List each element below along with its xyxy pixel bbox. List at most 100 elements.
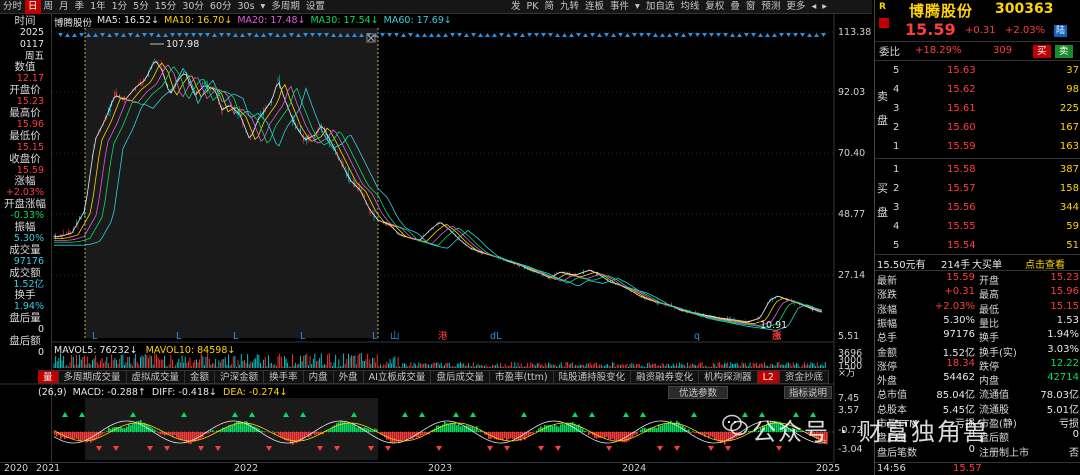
event-marker-icon[interactable] xyxy=(79,33,84,37)
event-marker-icon[interactable] xyxy=(667,33,672,37)
indicator-tab-3[interactable]: 金额 xyxy=(185,371,216,383)
sell-level-4[interactable]: 4 15.62 98 xyxy=(875,82,1080,98)
event-marker-icon[interactable] xyxy=(660,33,665,37)
buy-level-5[interactable]: 5 15.54 51 xyxy=(875,238,1080,254)
event-marker-icon[interactable] xyxy=(597,33,602,37)
event-marker-icon[interactable] xyxy=(702,33,707,37)
event-marker-icon[interactable] xyxy=(471,33,476,37)
event-marker-icon[interactable] xyxy=(744,33,749,37)
event-marker-icon[interactable] xyxy=(737,33,742,37)
event-marker-icon[interactable] xyxy=(688,33,693,37)
event-marker-icon[interactable] xyxy=(72,33,77,37)
indicator-tab-13[interactable]: 机构探测器 xyxy=(699,371,758,383)
event-marker-icon[interactable] xyxy=(730,33,735,37)
event-marker-icon[interactable] xyxy=(814,33,819,37)
event-marker-icon[interactable] xyxy=(513,33,518,37)
indicator-help-button[interactable]: 指标说明 xyxy=(784,386,832,399)
event-marker-icon[interactable] xyxy=(765,33,770,37)
buy-level-4[interactable]: 4 15.55 59 xyxy=(875,219,1080,235)
event-marker-icon[interactable] xyxy=(751,33,756,37)
event-marker-icon[interactable] xyxy=(709,33,714,37)
event-marker-icon[interactable] xyxy=(478,33,483,37)
event-marker-icon[interactable] xyxy=(793,33,798,37)
kline-chart[interactable]: 113.38 92.03 70.40 48.77 27.14 5.51 107.98 10.9… xyxy=(0,0,874,475)
buy-level-2[interactable]: 2 15.57 158 xyxy=(875,181,1080,197)
sell-level-1[interactable]: 1 15.59 163 xyxy=(875,139,1080,155)
event-marker-icon[interactable] xyxy=(415,33,420,37)
event-marker-icon[interactable] xyxy=(758,33,763,37)
optimal-params-button[interactable]: 优选参数 xyxy=(668,386,728,399)
event-marker-icon[interactable] xyxy=(772,33,777,37)
event-marker-icon[interactable] xyxy=(562,33,567,37)
event-marker-icon[interactable] xyxy=(65,33,70,37)
indicator-tab-14[interactable]: L2 xyxy=(757,371,780,383)
indicator-tab-0[interactable]: 量 xyxy=(38,371,59,383)
event-marker-icon[interactable] xyxy=(723,33,728,37)
indicator-tab-6[interactable]: 内盘 xyxy=(304,371,334,383)
event-marker-icon[interactable] xyxy=(457,33,462,37)
sell-level-2[interactable]: 2 15.60 167 xyxy=(875,120,1080,136)
sell-button[interactable]: 卖 xyxy=(1055,45,1073,58)
indicator-tab-4[interactable]: 沪深金额 xyxy=(215,371,265,383)
event-marker-icon[interactable] xyxy=(716,33,721,37)
indicator-tab-10[interactable]: 市盈率(ttm) xyxy=(490,371,554,383)
event-marker-icon[interactable] xyxy=(436,33,441,37)
indicator-tab-2[interactable]: 虚拟成交量 xyxy=(127,371,186,383)
buy-level-1[interactable]: 1 15.58 387 xyxy=(875,162,1080,178)
event-marker-icon[interactable] xyxy=(583,33,588,37)
event-marker-icon[interactable] xyxy=(681,33,686,37)
event-marker-icon[interactable] xyxy=(58,33,63,37)
event-marker-icon[interactable] xyxy=(632,33,637,37)
event-marker-icon[interactable] xyxy=(534,33,539,37)
event-marker-icon[interactable] xyxy=(422,33,427,37)
indicator-tab-12[interactable]: 融资融券变化 xyxy=(631,371,700,383)
event-marker-icon[interactable] xyxy=(653,33,658,37)
event-marker-icon[interactable] xyxy=(618,33,623,37)
event-marker-icon[interactable] xyxy=(443,33,448,37)
event-marker-icon[interactable] xyxy=(786,33,791,37)
buy-button[interactable]: 买 xyxy=(1033,45,1051,58)
event-marker-icon[interactable] xyxy=(555,33,560,37)
event-marker-icon[interactable] xyxy=(506,33,511,37)
event-marker-icon[interactable] xyxy=(401,33,406,37)
indicator-tab-9[interactable]: 盘后成交量 xyxy=(431,371,490,383)
event-marker-icon[interactable] xyxy=(646,33,651,37)
event-marker-icon[interactable] xyxy=(429,33,434,37)
event-marker-icon[interactable] xyxy=(492,33,497,37)
indicator-tab-8[interactable]: AI立板成交量 xyxy=(364,371,432,383)
event-marker-icon[interactable] xyxy=(464,33,469,37)
event-marker-icon[interactable] xyxy=(639,33,644,37)
event-marker-icon[interactable] xyxy=(604,33,609,37)
indicator-tab-1[interactable]: 多周期成交量 xyxy=(59,371,127,383)
event-marker-icon[interactable] xyxy=(674,33,679,37)
indicator-tab-5[interactable]: 换手率 xyxy=(264,371,304,383)
event-marker-icon[interactable] xyxy=(527,33,532,37)
event-marker-icon[interactable] xyxy=(611,33,616,37)
indicator-tab-11[interactable]: 陆股通持股变化 xyxy=(554,371,632,383)
event-marker-icon[interactable] xyxy=(800,33,805,37)
event-marker-icon[interactable] xyxy=(695,33,700,37)
indicator-tab-15[interactable]: 资金抄底 xyxy=(780,371,829,383)
indicator-tab-7[interactable]: 外盘 xyxy=(334,371,364,383)
event-marker-icon[interactable] xyxy=(520,33,525,37)
event-marker-icon[interactable] xyxy=(499,33,504,37)
event-marker-icon[interactable] xyxy=(590,33,595,37)
event-marker-icon[interactable] xyxy=(625,33,630,37)
event-marker-icon[interactable] xyxy=(807,33,812,37)
event-marker-icon[interactable] xyxy=(380,33,385,37)
event-marker-icon[interactable] xyxy=(408,33,413,37)
event-marker-icon[interactable] xyxy=(485,33,490,37)
buy-level-3[interactable]: 3 15.56 344 xyxy=(875,200,1080,216)
event-marker-icon[interactable] xyxy=(387,33,392,37)
event-marker-icon[interactable] xyxy=(569,33,574,37)
event-marker-icon[interactable] xyxy=(541,33,546,37)
event-marker-icon[interactable] xyxy=(821,33,826,37)
event-marker-icon[interactable] xyxy=(779,33,784,37)
event-marker-icon[interactable] xyxy=(576,33,581,37)
sell-level-3[interactable]: 3 15.61 225 xyxy=(875,101,1080,117)
big-buy-link[interactable]: 点击查看 xyxy=(1025,256,1065,271)
sell-level-5[interactable]: 5 15.63 37 xyxy=(875,63,1080,79)
event-marker-icon[interactable] xyxy=(450,33,455,37)
event-marker-icon[interactable] xyxy=(394,33,399,37)
event-marker-icon[interactable] xyxy=(548,33,553,37)
